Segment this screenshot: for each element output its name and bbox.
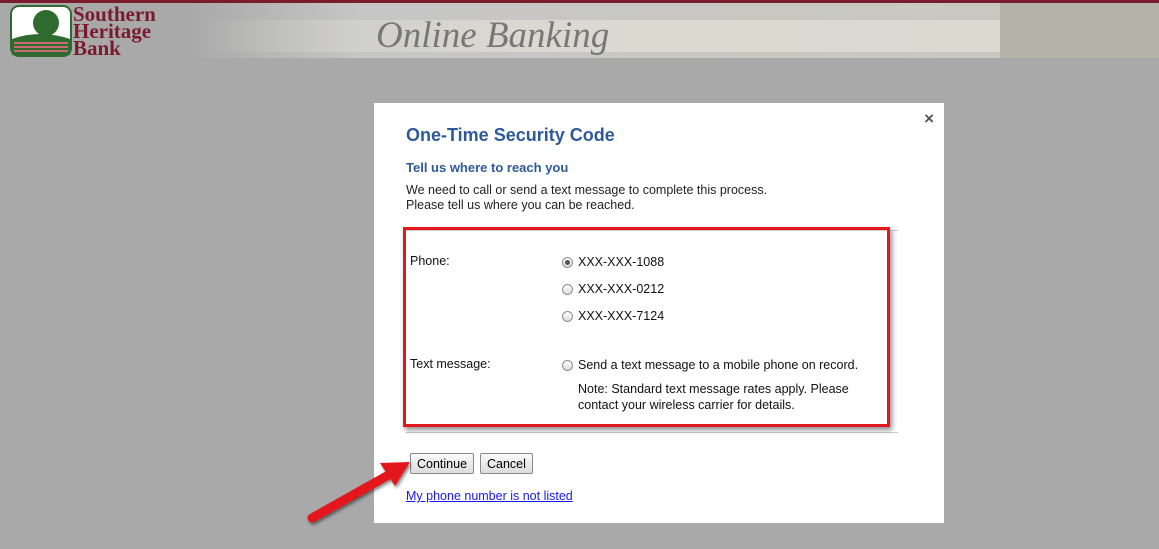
phone-option-0212[interactable]: XXX-XXX-0212: [562, 282, 664, 296]
phone-option-label: XXX-XXX-0212: [578, 282, 665, 296]
close-icon[interactable]: ×: [924, 109, 934, 129]
dialog-title: One-Time Security Code: [406, 125, 615, 145]
header-banner-right: [1000, 3, 1159, 58]
intro-line-1: We need to call or send a text message t…: [406, 183, 768, 197]
text-message-option-label: Send a text message to a mobile phone on…: [578, 358, 859, 372]
note-line-2: contact your wireless carrier for detail…: [578, 398, 795, 412]
bank-logo[interactable]: Southern Heritage Bank: [10, 4, 195, 59]
security-code-dialog: × One-Time Security Code Tell us where t…: [374, 103, 944, 523]
phone-option-label: XXX-XXX-1088: [578, 255, 665, 269]
banner-title: Online Banking: [376, 15, 610, 56]
phone-not-listed-link[interactable]: My phone number is not listed: [406, 489, 573, 503]
bank-logo-icon: [10, 5, 72, 57]
cancel-button[interactable]: Cancel: [480, 453, 533, 474]
phone-option-1088[interactable]: XXX-XXX-1088: [562, 255, 664, 269]
radio-button[interactable]: [562, 310, 573, 322]
red-arrow-icon: [307, 462, 410, 523]
phone-option-7124[interactable]: XXX-XXX-7124: [562, 309, 664, 323]
text-rates-note: Note: Standard text message rates apply.…: [578, 381, 849, 413]
radio-button[interactable]: [562, 283, 573, 295]
bank-name: Southern Heritage Bank: [73, 4, 156, 59]
dialog-intro: We need to call or send a text message t…: [406, 183, 767, 213]
phone-option-label: XXX-XXX-7124: [578, 309, 665, 323]
text-message-label: Text message:: [410, 357, 491, 371]
bottom-divider: [406, 432, 898, 433]
radio-button-checked[interactable]: [562, 256, 573, 268]
intro-line-2: Please tell us where you can be reached.: [406, 198, 635, 212]
phone-label: Phone:: [410, 254, 450, 268]
radio-button[interactable]: [562, 359, 573, 371]
dialog-subtitle: Tell us where to reach you: [406, 160, 569, 175]
text-message-option[interactable]: Send a text message to a mobile phone on…: [562, 358, 858, 372]
note-line-1: Note: Standard text message rates apply.…: [578, 382, 849, 396]
